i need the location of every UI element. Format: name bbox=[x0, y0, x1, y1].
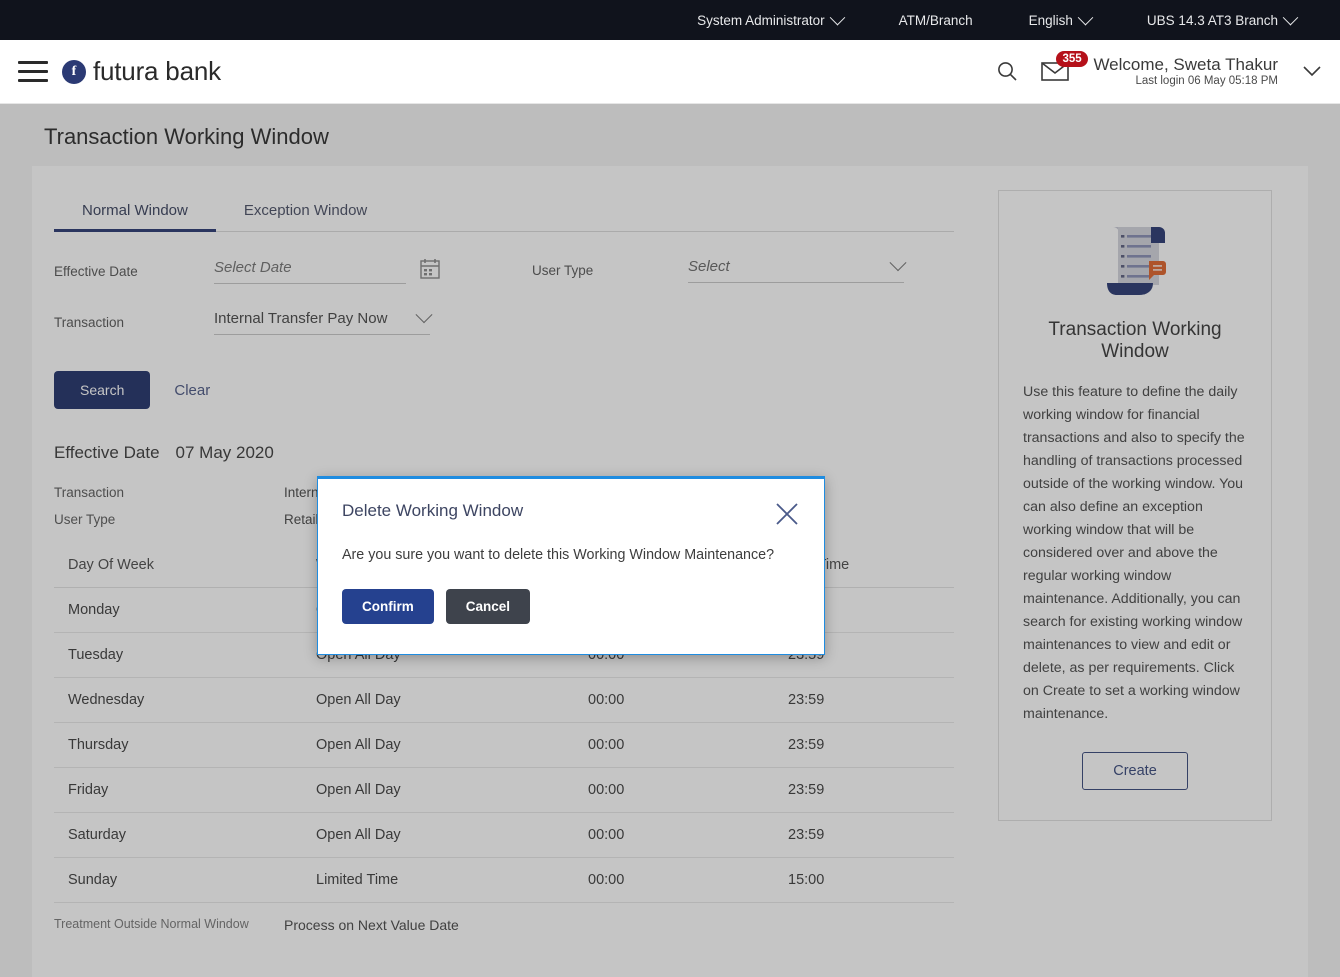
user-menu[interactable]: Welcome, Sweta Thakur Last login 06 May … bbox=[1093, 55, 1278, 88]
app-header: f futura bank 355 Welcome, Sweta Thakur … bbox=[0, 40, 1340, 104]
mail-badge-count: 355 bbox=[1056, 51, 1088, 68]
modal-message: Are you sure you want to delete this Wor… bbox=[342, 547, 775, 563]
chevron-down-icon bbox=[1077, 9, 1094, 25]
mail-notifications[interactable]: 355 bbox=[1041, 51, 1088, 82]
close-icon[interactable] bbox=[774, 501, 800, 527]
top-utility-bar: System Administrator ATM/Branch English … bbox=[0, 0, 1340, 40]
topbar-item-system-administrator[interactable]: System Administrator bbox=[669, 9, 871, 28]
delete-working-window-modal: Delete Working Window Are you sure you w… bbox=[317, 476, 825, 655]
last-login-text: Last login 06 May 05:18 PM bbox=[1135, 74, 1278, 87]
modal-header: Delete Working Window bbox=[342, 501, 800, 527]
brand-mark-icon: f bbox=[62, 59, 86, 84]
search-icon[interactable] bbox=[995, 59, 1019, 83]
topbar-label: System Administrator bbox=[697, 12, 825, 28]
topbar-label: ATM/Branch bbox=[898, 12, 973, 28]
modal-cancel-button[interactable]: Cancel bbox=[445, 589, 531, 624]
chevron-down-icon bbox=[1282, 9, 1299, 25]
brand-logo[interactable]: f futura bank bbox=[62, 56, 221, 87]
modal-confirm-button[interactable]: Confirm bbox=[342, 589, 434, 624]
topbar-label: UBS 14.3 AT3 Branch bbox=[1146, 12, 1278, 28]
topbar-label: English bbox=[1028, 12, 1073, 28]
page-container: Transaction Working Window Normal Window… bbox=[0, 104, 1340, 977]
header-right-group: 355 Welcome, Sweta Thakur Last login 06 … bbox=[995, 51, 1322, 88]
chevron-down-icon[interactable] bbox=[1302, 64, 1322, 78]
chevron-down-icon bbox=[829, 9, 845, 25]
modal-actions: Confirm Cancel bbox=[342, 589, 800, 624]
topbar-item-atm-branch[interactable]: ATM/Branch bbox=[871, 13, 1001, 28]
hamburger-icon[interactable] bbox=[18, 61, 48, 82]
modal-title: Delete Working Window bbox=[342, 501, 524, 520]
welcome-text: Welcome, Sweta Thakur bbox=[1093, 55, 1278, 75]
brand-name: futura bank bbox=[93, 56, 221, 86]
topbar-item-branch[interactable]: UBS 14.3 AT3 Branch bbox=[1119, 9, 1324, 28]
topbar-item-language[interactable]: English bbox=[1001, 9, 1119, 28]
